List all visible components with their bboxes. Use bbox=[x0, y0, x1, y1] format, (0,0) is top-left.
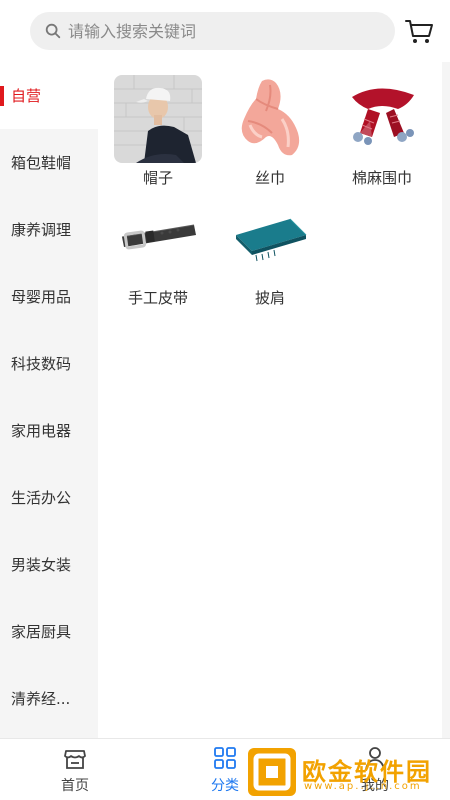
sidebar-item-label: 生活办公 bbox=[11, 489, 72, 507]
silk-scarf-image bbox=[226, 75, 314, 163]
product-label: 帽子 bbox=[142, 169, 173, 187]
product-tile-silk-scarf[interactable]: 丝巾 bbox=[215, 75, 325, 188]
product-tile-linen-scarf[interactable]: 棉麻围巾 bbox=[327, 75, 437, 188]
search-icon bbox=[45, 23, 61, 39]
sidebar-item-bags-shoes-hats[interactable]: 箱包鞋帽 bbox=[0, 129, 98, 196]
sidebar-item-label: 康养调理 bbox=[11, 221, 72, 239]
sidebar-item-label: 母婴用品 bbox=[11, 288, 72, 306]
sidebar-item-mother-baby[interactable]: 母婴用品 bbox=[0, 263, 98, 330]
sidebar-item-label: 家用电器 bbox=[11, 422, 72, 440]
sidebar-item-label: 箱包鞋帽 bbox=[11, 154, 72, 172]
product-label: 披肩 bbox=[254, 289, 285, 307]
linen-scarf-image bbox=[338, 75, 426, 163]
watermark-url: www.ap..j..n.com bbox=[304, 781, 422, 792]
cart-icon[interactable] bbox=[404, 17, 434, 45]
sidebar-item-self-operated[interactable]: 自营 bbox=[0, 62, 98, 129]
tab-label: 首页 bbox=[61, 778, 89, 794]
product-label: 丝巾 bbox=[254, 169, 285, 187]
app-root: 自营 箱包鞋帽 康养调理 母婴用品 科技数码 家用电器 生活办公 男装女装 家居… bbox=[0, 0, 450, 800]
sidebar-item-label: 男装女装 bbox=[11, 556, 72, 574]
sidebar-item-home-appliances[interactable]: 家用电器 bbox=[0, 397, 98, 464]
sidebar-item-health-care[interactable]: 康养调理 bbox=[0, 196, 98, 263]
sidebar-item-clothing[interactable]: 男装女装 bbox=[0, 531, 98, 598]
product-label: 棉麻围巾 bbox=[351, 169, 412, 187]
shawl-image bbox=[226, 195, 314, 283]
header bbox=[0, 0, 450, 62]
sidebar-item-label: 家居厨具 bbox=[11, 623, 72, 641]
watermark-logo-icon bbox=[248, 748, 296, 796]
search-input[interactable] bbox=[68, 16, 368, 46]
category-sidebar: 自营 箱包鞋帽 康养调理 母婴用品 科技数码 家用电器 生活办公 男装女装 家居… bbox=[0, 62, 98, 738]
sidebar-item-label: 科技数码 bbox=[11, 355, 72, 373]
product-tile-belt[interactable]: 手工皮带 bbox=[103, 195, 213, 308]
watermark: 欧金软件园 www.ap..j..n.com bbox=[248, 748, 444, 796]
sidebar-item-life-office[interactable]: 生活办公 bbox=[0, 464, 98, 531]
search-bar[interactable] bbox=[30, 12, 395, 50]
sidebar-item-more[interactable]: 清养经... bbox=[0, 665, 98, 732]
product-tile-hat[interactable]: 帽子 bbox=[103, 75, 213, 188]
product-grid: 帽子 丝巾 棉麻围巾 手工皮带 披肩 bbox=[102, 62, 442, 738]
active-indicator bbox=[0, 86, 4, 106]
store-icon bbox=[64, 750, 86, 769]
sidebar-item-label: 自营 bbox=[11, 87, 42, 105]
sidebar-item-home-kitchen[interactable]: 家居厨具 bbox=[0, 598, 98, 665]
hat-image bbox=[114, 75, 202, 163]
belt-image bbox=[114, 195, 202, 283]
grid-icon bbox=[214, 747, 236, 769]
product-label: 手工皮带 bbox=[127, 289, 188, 307]
scroll-track[interactable] bbox=[442, 62, 450, 738]
product-tile-shawl[interactable]: 披肩 bbox=[215, 195, 325, 308]
tab-home[interactable]: 首页 bbox=[35, 745, 115, 795]
sidebar-item-tech-digital[interactable]: 科技数码 bbox=[0, 330, 98, 397]
sidebar-item-label: 清养经... bbox=[11, 690, 71, 708]
